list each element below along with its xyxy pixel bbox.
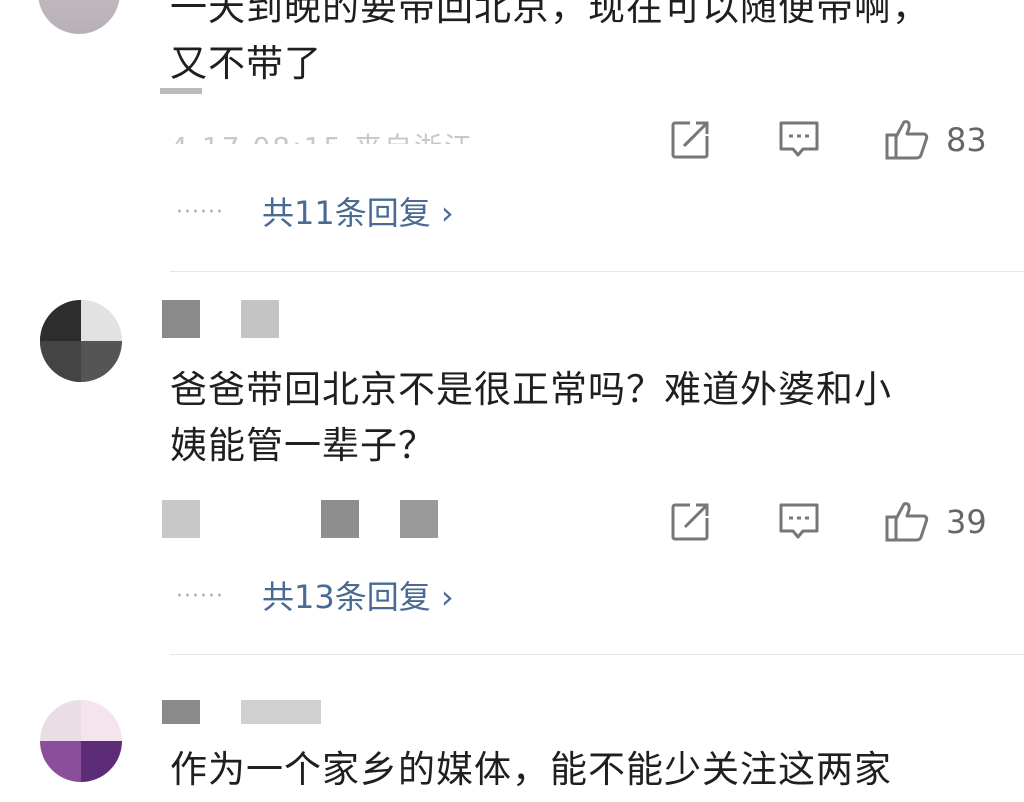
- divider: [170, 654, 1024, 655]
- meta-pixelated: [162, 500, 200, 538]
- like-count: 39: [946, 503, 987, 541]
- comment-line: 一天到晚的要带回北京，现在可以随便带啊，: [170, 0, 930, 29]
- comment-text: 一天到晚的要带回北京，现在可以随便带啊， 又不带了: [170, 0, 930, 92]
- comment-line: 作为一个家乡的媒体，能不能少关注这两家: [170, 748, 892, 791]
- thumbs-up-icon[interactable]: [884, 116, 930, 162]
- view-replies-link[interactable]: 共11条回复 ›: [262, 193, 454, 233]
- view-replies-link[interactable]: 共13条回复 ›: [262, 577, 454, 617]
- comment-icon[interactable]: [778, 500, 820, 542]
- avatar[interactable]: [38, 0, 120, 34]
- share-icon[interactable]: [670, 500, 712, 542]
- comment-line: 爸爸带回北京不是很正常吗？难道外婆和小: [170, 368, 892, 411]
- meta-pixelated: [400, 500, 438, 538]
- comment-meta: 4-17 08:15 来自浙江: [170, 126, 474, 144]
- reply-dots: ······: [176, 200, 224, 225]
- divider: [170, 271, 1024, 272]
- share-icon[interactable]: [670, 118, 712, 160]
- username-pixelated[interactable]: [162, 700, 200, 724]
- username-pixelated[interactable]: [162, 300, 200, 338]
- username-pixelated[interactable]: [241, 300, 279, 338]
- avatar[interactable]: [40, 300, 122, 382]
- thumbs-up-icon[interactable]: [884, 498, 930, 544]
- comment-line: 又不带了: [170, 42, 322, 85]
- meta-pixelated: [321, 500, 359, 538]
- comment-line: 姨能管一辈子？: [170, 424, 436, 467]
- comment-icon[interactable]: [778, 118, 820, 160]
- like-count: 83: [946, 121, 987, 159]
- comment-text: 作为一个家乡的媒体，能不能少关注这两家: [170, 742, 892, 798]
- comment-text: 爸爸带回北京不是很正常吗？难道外婆和小 姨能管一辈子？: [170, 362, 892, 474]
- username-pixelated[interactable]: [241, 700, 321, 724]
- underline-mark: [160, 88, 202, 94]
- reply-dots: ······: [176, 584, 224, 609]
- avatar[interactable]: [40, 700, 122, 782]
